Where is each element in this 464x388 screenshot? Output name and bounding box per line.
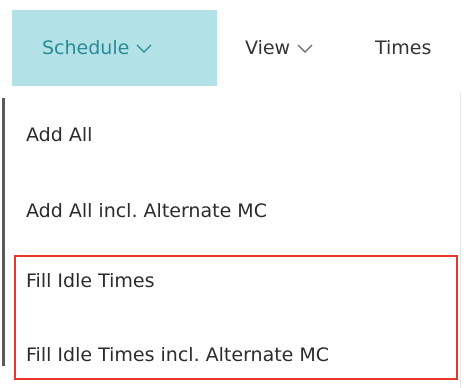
tab-label: View	[245, 37, 291, 59]
tab-label: Schedule	[42, 37, 130, 59]
schedule-dropdown-menu: Add All Add All incl. Alternate MC Fill …	[8, 92, 461, 388]
menu-item-add-all-alternate-mc[interactable]: Add All incl. Alternate MC	[26, 200, 267, 222]
menu-bar: Schedule View Times	[0, 0, 464, 92]
menu-item-fill-idle-times[interactable]: Fill Idle Times	[26, 270, 155, 292]
chevron-down-icon	[135, 41, 153, 55]
menu-item-add-all[interactable]: Add All	[26, 124, 92, 146]
tab-label: Times	[375, 37, 432, 59]
left-edge-bar	[2, 98, 5, 366]
chevron-down-icon	[296, 41, 314, 55]
menu-item-fill-idle-times-alternate-mc[interactable]: Fill Idle Times incl. Alternate MC	[26, 344, 329, 366]
tab-schedule[interactable]: Schedule	[12, 10, 217, 86]
tab-view[interactable]: View	[245, 10, 355, 86]
app-page: Schedule View Times : Add All Add All in…	[0, 0, 464, 388]
tab-times[interactable]: Times	[375, 10, 464, 86]
